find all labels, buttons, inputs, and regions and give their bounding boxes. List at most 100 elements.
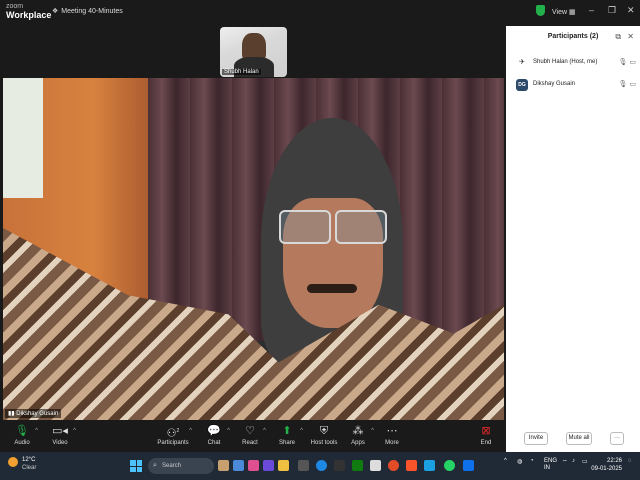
share-label: Share	[278, 440, 295, 446]
tray-app-icon[interactable]: ◔	[530, 458, 534, 464]
glasses-lens-left	[279, 210, 331, 244]
video-glasses	[275, 210, 391, 246]
share-button[interactable]: ⬆ Share ^	[267, 424, 307, 446]
mic-icon[interactable]: 🎙	[619, 59, 628, 66]
chat-label: Chat	[207, 440, 221, 446]
participant-media-icons: 🎙 ▭	[619, 58, 636, 66]
video-button[interactable]: ▭◂ Video ^	[40, 424, 80, 446]
edge-icon[interactable]	[316, 460, 327, 471]
panel-controls: ⧉ ✕	[615, 32, 634, 42]
window-controls: View ▦ – ❐ ✕	[506, 0, 640, 26]
participants-label: Participants	[157, 440, 189, 446]
taskbar-clock[interactable]: 22:26 09-01-2025	[591, 457, 622, 473]
meeting-toolbar: 🎙 Audio ^ ▭◂ Video ^ ⚇2 Participants ^ 💬…	[0, 422, 506, 452]
end-label: End	[480, 440, 492, 446]
brave-icon[interactable]	[406, 460, 417, 471]
participant-media-icons: 🎙 ▭	[619, 80, 636, 88]
self-video-thumbnail[interactable]: Shubh Halan	[220, 27, 287, 77]
react-chevron-icon[interactable]: ^	[263, 428, 266, 434]
search-label: Search	[162, 463, 182, 469]
camera-off-icon[interactable]: ▭	[629, 59, 636, 66]
app-icon[interactable]	[334, 460, 345, 471]
video-label: Video	[52, 440, 68, 446]
app-icon[interactable]	[233, 460, 244, 471]
participant-avatar: DG	[516, 79, 528, 91]
taskbar-search[interactable]: ⌕ Search	[148, 458, 214, 474]
participant-row[interactable]: DG Dikshay Gusain 🎙 ▭	[516, 78, 636, 96]
participants-button[interactable]: ⚇2 Participants ^	[150, 424, 196, 446]
app-icon[interactable]	[370, 460, 381, 471]
camera-off-icon[interactable]: ▭	[629, 81, 636, 88]
thumbnail-name: Shubh Halan	[222, 69, 261, 75]
close-icon[interactable]: ✕	[627, 5, 635, 16]
xbox-icon[interactable]	[352, 460, 363, 471]
notification-icon[interactable]: ◌	[628, 458, 632, 464]
video-mustache	[307, 284, 357, 293]
end-icon: ⊠	[481, 425, 491, 437]
battery-icon[interactable]: ▭	[582, 458, 588, 465]
participants-count: 2	[176, 428, 180, 434]
mic-icon[interactable]: 🎙	[619, 81, 628, 88]
chat-button[interactable]: 💬 Chat ^	[194, 424, 234, 446]
taskbar: 12°C Clear ⌕ Search ^ ◍ ◔ ENG IN ⌔ ♪ ▭ 22…	[0, 452, 640, 480]
video-name: Dikshay Gusain	[16, 411, 59, 417]
whatsapp-icon[interactable]	[444, 460, 455, 471]
audio-button[interactable]: 🎙 Audio ^	[2, 424, 42, 446]
more-label: More	[385, 440, 399, 446]
participant-name: Shubh Halan (Host, me)	[533, 59, 598, 65]
lang-bottom: IN	[544, 465, 550, 471]
audio-chevron-icon[interactable]: ^	[35, 428, 38, 434]
more-icon: ⋯	[386, 425, 398, 437]
language-indicator[interactable]: ENG IN	[544, 458, 557, 472]
meeting-title-text: Meeting 40-Minutes	[61, 8, 123, 15]
panel-close-icon[interactable]: ✕	[627, 32, 634, 41]
weather-desc: Clear	[22, 465, 37, 471]
view-button[interactable]: View ▦	[552, 8, 576, 16]
file-explorer-icon[interactable]	[278, 460, 289, 471]
app-icon[interactable]	[298, 460, 309, 471]
clock-time: 22:26	[606, 458, 622, 464]
participant-row[interactable]: ✈ Shubh Halan (Host, me) 🎙 ▭	[516, 56, 636, 74]
video-chevron-icon[interactable]: ^	[73, 428, 76, 434]
app-icon[interactable]	[218, 460, 229, 471]
zoom-icon[interactable]	[463, 460, 474, 471]
volume-icon[interactable]: ♪	[572, 458, 575, 464]
start-button[interactable]	[130, 460, 142, 472]
brand-bottom: Workplace	[6, 10, 52, 20]
app-icon[interactable]	[263, 460, 274, 471]
shield-icon[interactable]	[536, 5, 545, 16]
tray-chevron-icon[interactable]: ^	[504, 458, 507, 464]
minimize-icon[interactable]: –	[589, 5, 594, 15]
participant-avatar: ✈	[519, 59, 525, 66]
title-bar: zoom Workplace ❖ Meeting 40-Minutes	[0, 0, 506, 26]
participants-chevron-icon[interactable]: ^	[189, 428, 192, 434]
copilot-icon[interactable]	[248, 460, 259, 471]
lang-top: ENG	[544, 458, 558, 464]
maximize-icon[interactable]: ❐	[608, 5, 616, 16]
popout-icon[interactable]: ⧉	[615, 32, 621, 41]
meeting-title[interactable]: ❖ Meeting 40-Minutes	[52, 7, 123, 15]
view-label: View	[552, 9, 568, 16]
search-icon: ⌕	[153, 462, 157, 469]
video-name-label: ▮▮ Dikshay Gusain	[5, 409, 62, 418]
more-button[interactable]: ⋯ More	[372, 424, 412, 446]
invite-button[interactable]: Invite	[524, 432, 548, 445]
weather-temp: 12°C	[22, 457, 36, 463]
zoom-logo: zoom Workplace	[6, 3, 51, 20]
weather-icon	[8, 457, 18, 467]
panel-more-button[interactable]: ···	[610, 432, 624, 445]
clock-date: 09-01-2025	[591, 466, 622, 472]
share-chevron-icon[interactable]: ^	[300, 428, 303, 434]
participant-name: Dikshay Gusain	[533, 81, 576, 87]
main-video[interactable]: ▮▮ Dikshay Gusain	[3, 78, 504, 420]
app-icon[interactable]	[424, 460, 435, 471]
react-label: React	[242, 440, 258, 446]
react-button[interactable]: ♡ React ^	[230, 424, 270, 446]
video-window	[3, 78, 43, 198]
end-button[interactable]: ⊠ End	[466, 424, 506, 446]
wifi-icon[interactable]: ⌔	[562, 458, 568, 466]
weather-widget[interactable]: 12°C Clear	[8, 457, 36, 471]
chrome-icon[interactable]	[388, 460, 399, 471]
mute-all-button[interactable]: Mute all	[566, 432, 592, 445]
tray-app-icon[interactable]: ◍	[517, 458, 522, 465]
